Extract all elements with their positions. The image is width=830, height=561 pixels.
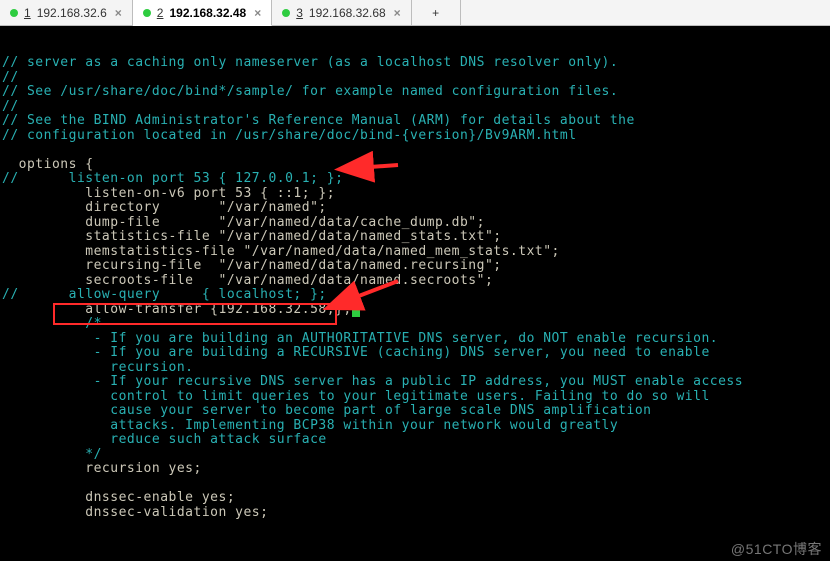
code-line: attacks. Implementing BCP38 within your …	[2, 419, 828, 434]
code-content: // server as a caching only nameserver (…	[2, 56, 828, 520]
status-dot-icon	[143, 9, 151, 17]
code-line: options {	[2, 158, 828, 173]
close-icon[interactable]: ×	[254, 6, 261, 20]
code-line: // See /usr/share/doc/bind*/sample/ for …	[2, 85, 828, 100]
tab-bar: 1 192.168.32.6 × 2 192.168.32.48 × 3 192…	[0, 0, 830, 26]
code-line: // configuration located in /usr/share/d…	[2, 129, 828, 144]
tab-label: 192.168.32.6	[37, 6, 107, 20]
tab-2[interactable]: 2 192.168.32.48 ×	[133, 0, 272, 26]
code-line: dnssec-validation yes;	[2, 506, 828, 521]
close-icon[interactable]: ×	[115, 6, 122, 20]
tab-label: 192.168.32.48	[169, 6, 246, 20]
cursor	[352, 304, 360, 317]
tab-label: 192.168.32.68	[309, 6, 386, 20]
code-line: statistics-file "/var/named/data/named_s…	[2, 230, 828, 245]
tab-number: 3	[296, 6, 303, 20]
code-line: - If your recursive DNS server has a pub…	[2, 375, 828, 390]
tab-1[interactable]: 1 192.168.32.6 ×	[0, 0, 133, 25]
code-line: - If you are building an AUTHORITATIVE D…	[2, 332, 828, 347]
code-line: dnssec-enable yes;	[2, 491, 828, 506]
tab-number: 2	[157, 6, 164, 20]
terminal-editor[interactable]: // server as a caching only nameserver (…	[0, 26, 830, 561]
code-line: // listen-on port 53 { 127.0.0.1; };	[2, 172, 828, 187]
code-line: cause your server to become part of larg…	[2, 404, 828, 419]
code-line: reduce such attack surface	[2, 433, 828, 448]
close-icon[interactable]: ×	[394, 6, 401, 20]
plus-icon: +	[432, 6, 439, 20]
code-line: /*	[2, 317, 828, 332]
code-line: // server as a caching only nameserver (…	[2, 56, 828, 71]
code-line: //	[2, 71, 828, 86]
code-line: dump-file "/var/named/data/cache_dump.db…	[2, 216, 828, 231]
code-line: allow-transfer {192.168.32.58;};	[2, 303, 828, 318]
new-tab-button[interactable]: +	[412, 0, 461, 25]
tab-3[interactable]: 3 192.168.32.68 ×	[272, 0, 411, 25]
code-line: listen-on-v6 port 53 { ::1; };	[2, 187, 828, 202]
code-line: //	[2, 100, 828, 115]
code-line	[2, 143, 828, 158]
code-line	[2, 477, 828, 492]
status-dot-icon	[10, 9, 18, 17]
code-line: recursion yes;	[2, 462, 828, 477]
code-line: secroots-file "/var/named/data/named.sec…	[2, 274, 828, 289]
code-line: */	[2, 448, 828, 463]
code-line: // See the BIND Administrator's Referenc…	[2, 114, 828, 129]
status-dot-icon	[282, 9, 290, 17]
code-line: - If you are building a RECURSIVE (cachi…	[2, 346, 828, 361]
code-line: directory "/var/named";	[2, 201, 828, 216]
tab-number: 1	[24, 6, 31, 20]
code-line: recursing-file "/var/named/data/named.re…	[2, 259, 828, 274]
code-line: recursion.	[2, 361, 828, 376]
watermark: @51CTO博客	[731, 542, 822, 557]
code-line: // allow-query { localhost; };	[2, 288, 828, 303]
code-line: memstatistics-file "/var/named/data/name…	[2, 245, 828, 260]
code-line: control to limit queries to your legitim…	[2, 390, 828, 405]
